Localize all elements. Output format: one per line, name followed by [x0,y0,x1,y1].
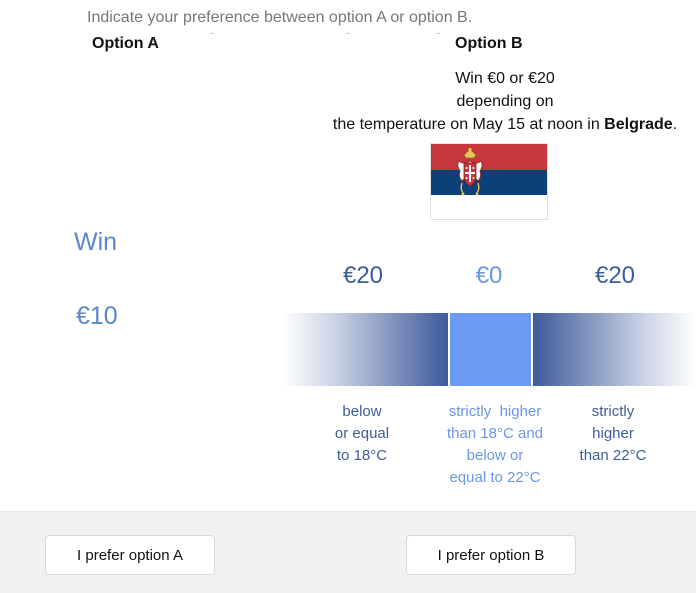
option-b-heading: Option B [455,35,523,52]
city-name: Belgrade [604,116,673,133]
outcome-bar-mid [448,313,533,386]
outcome-condition-mid: strictly higher than 18°C and below or e… [433,401,557,489]
outcome-condition-high: strictly higher than 22°C [563,401,663,467]
flag-band-red [431,144,547,170]
desc-line-3-prefix: the temperature on May 15 at noon in [332,116,605,133]
desc-line-3-suffix: . [672,116,678,133]
outcome-condition-low: below or equal to 18°C [312,401,412,467]
condition-line: than 22°C [579,447,647,464]
desc-line-2: depending on [456,93,554,110]
divider-dash [346,33,350,34]
condition-line: to 18°C [336,447,388,464]
prefer-option-b-button[interactable]: I prefer option B [406,535,576,575]
condition-line: higher [592,425,634,442]
condition-line: below or [466,447,524,464]
serbia-flag-icon [430,143,548,220]
flag-band-blue [431,169,547,196]
desc-line-1: Win €0 or €20 [455,70,555,87]
coat-of-arms-icon [457,147,483,196]
condition-line: equal to 22°C [449,469,541,486]
option-b-description: Win €0 or €20 depending on the temperatu… [300,67,696,136]
flag-band-white [431,195,547,219]
condition-line: strictly [591,403,635,420]
desc-line-3: the temperature on May 15 at noon in Bel… [300,113,696,136]
outcome-amount-mid: €0 [475,262,503,289]
divider-dash [210,33,214,34]
condition-line: strictly higher [448,403,542,420]
outcome-bar-high [533,313,696,386]
outcome-amount-high: €20 [594,262,636,289]
outcome-bar-low [282,313,448,386]
outcome-amount-low: €20 [342,262,384,289]
condition-line: below [342,403,382,420]
option-a-heading: Option A [92,35,159,52]
condition-line: or equal [334,425,390,442]
prefer-option-a-button[interactable]: I prefer option A [45,535,215,575]
option-a-win-label: Win [74,228,118,256]
condition-line: than 18°C and [446,425,544,442]
divider-dash [436,33,440,34]
option-a-amount: €10 [76,302,118,330]
instruction-text: Indicate your preference between option … [87,9,473,26]
